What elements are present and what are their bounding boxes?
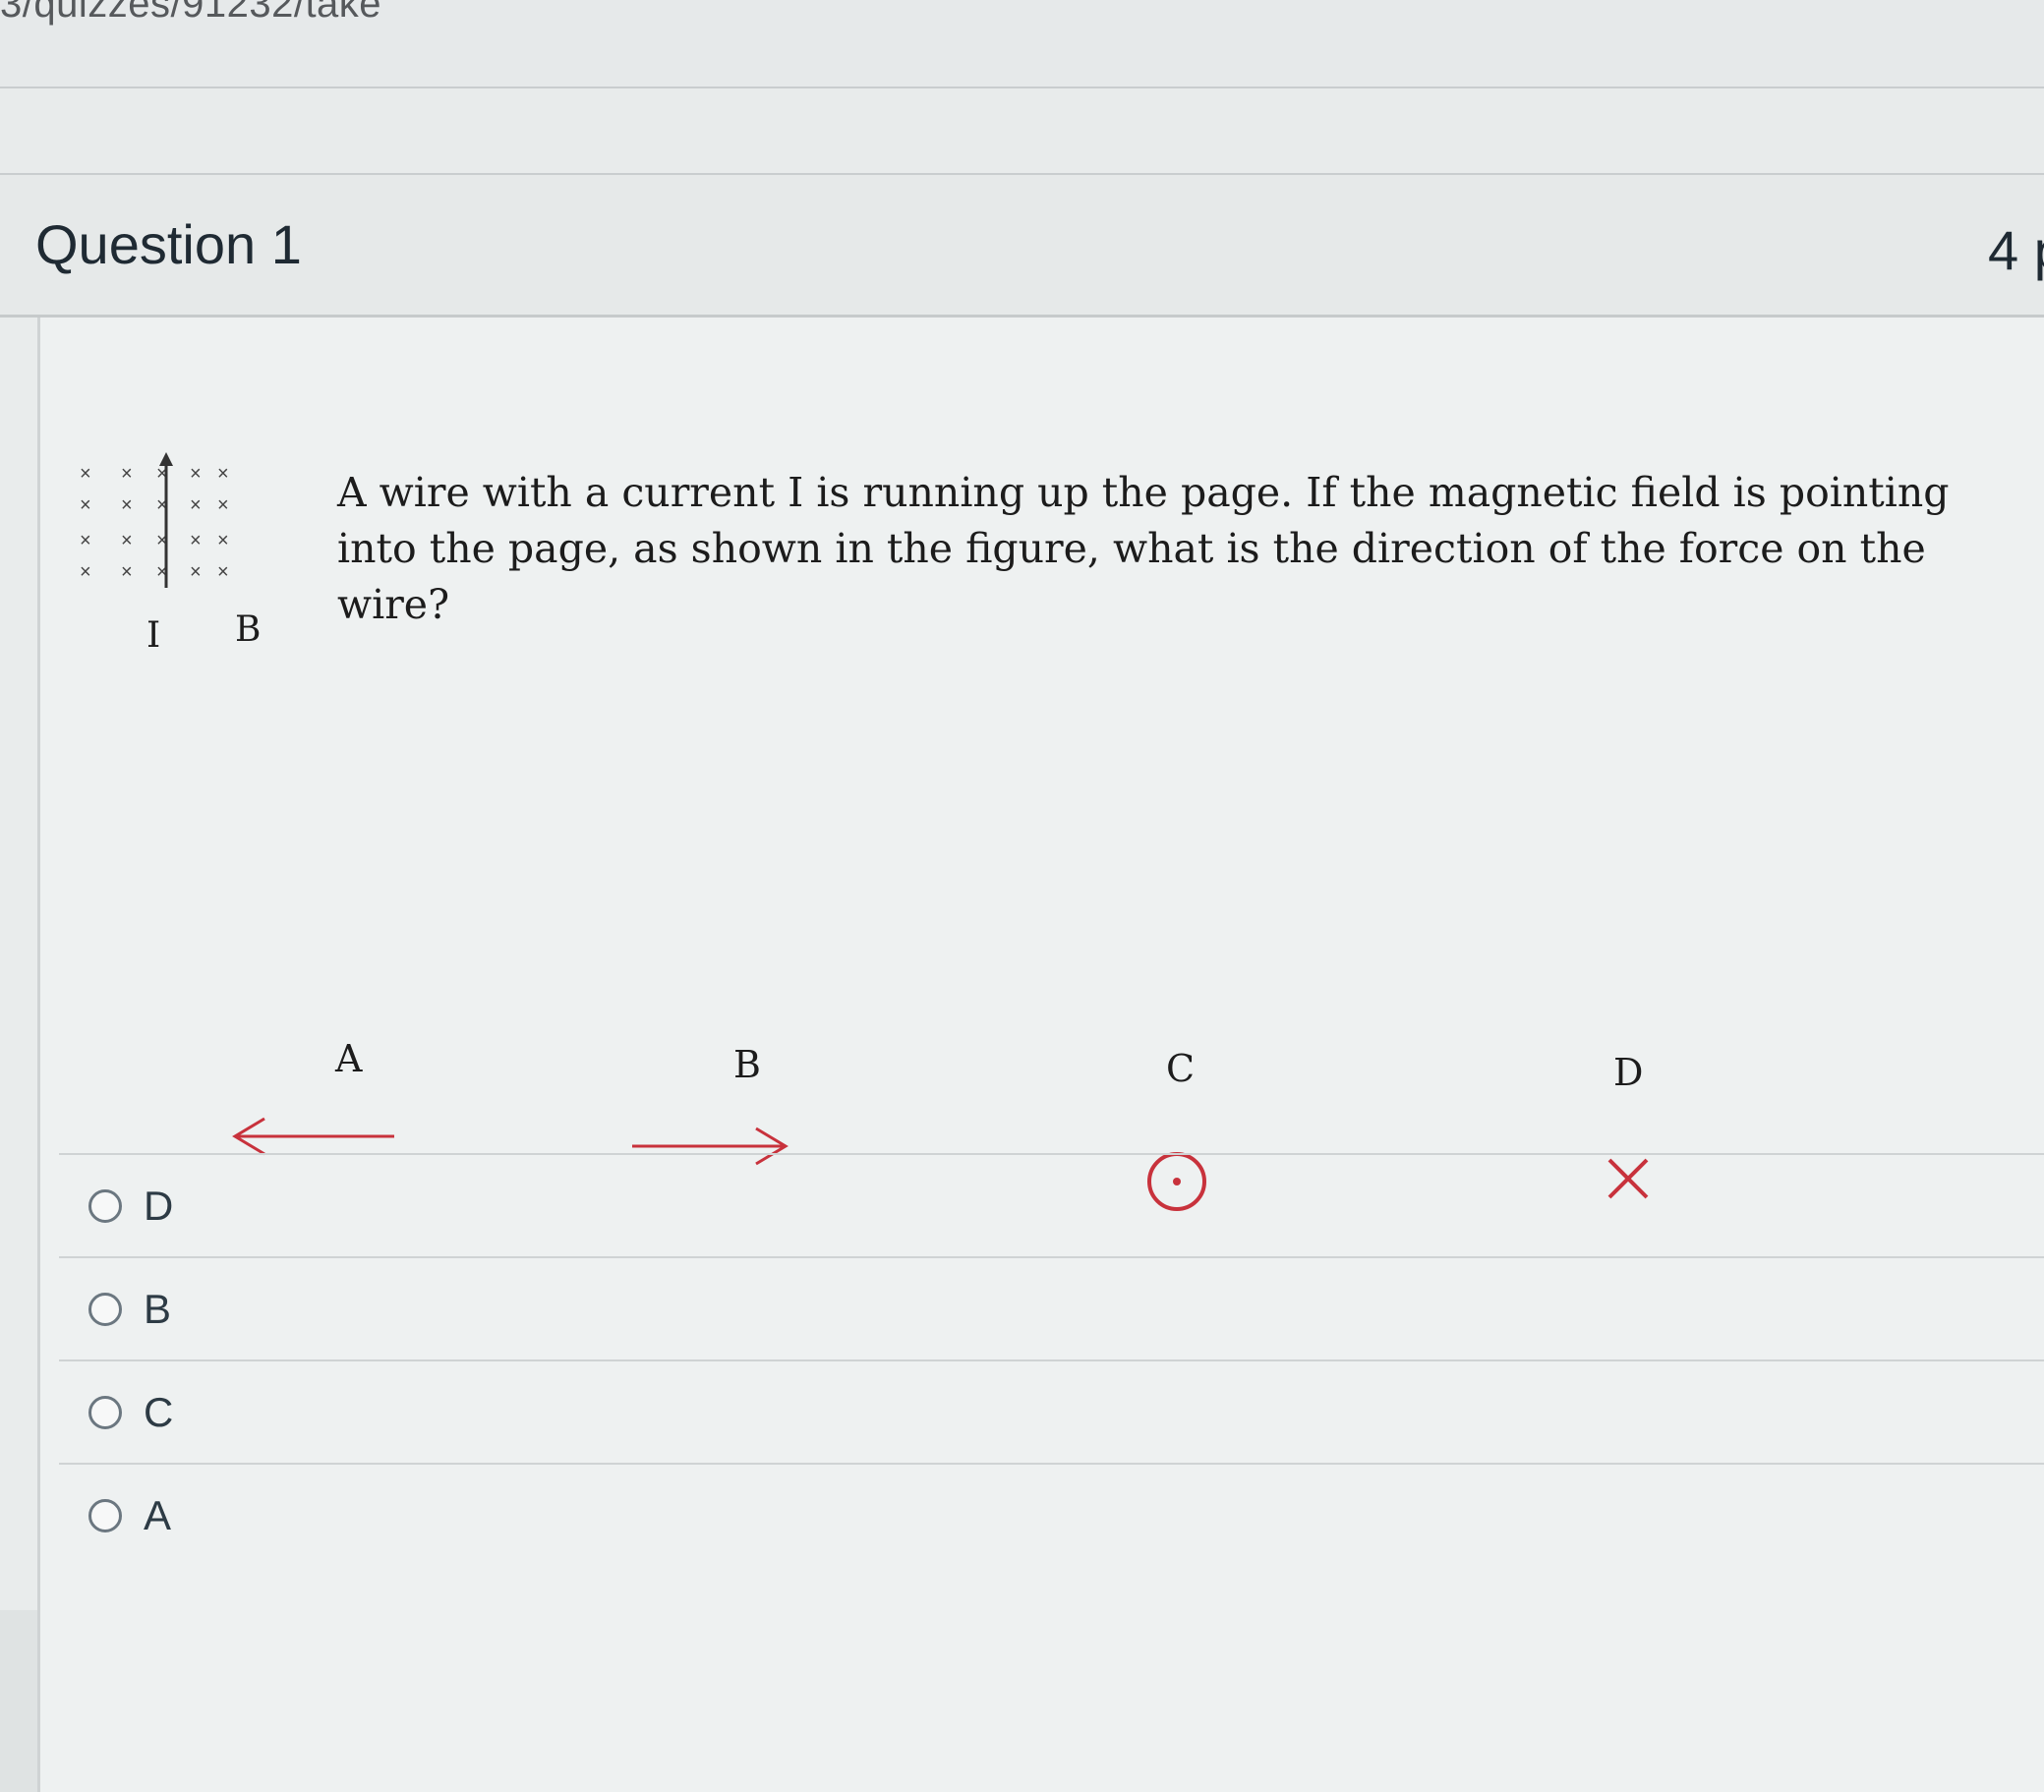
radio-button[interactable]: [88, 1292, 122, 1326]
answer-label[interactable]: D: [144, 1183, 173, 1230]
option-c-label: C: [1166, 1047, 1195, 1090]
answer-label[interactable]: B: [144, 1286, 171, 1333]
answer-option-d[interactable]: D: [59, 1153, 2044, 1256]
option-d-label: D: [1613, 1051, 1643, 1094]
field-x-mark: ×: [217, 494, 229, 516]
question-header: Question 1 4 p: [0, 175, 2044, 318]
option-b-label: B: [733, 1043, 761, 1086]
top-band: [0, 88, 2044, 175]
answer-label[interactable]: C: [144, 1389, 173, 1436]
radio-button[interactable]: [88, 1188, 122, 1223]
radio-button[interactable]: [88, 1395, 122, 1429]
answer-label[interactable]: A: [144, 1492, 171, 1539]
field-x-mark: ×: [190, 494, 202, 516]
answer-option-a[interactable]: A: [59, 1463, 2044, 1566]
answer-list: D B C A: [59, 1153, 2044, 1566]
answer-option-c[interactable]: C: [59, 1359, 2044, 1463]
magnetic-field-figure: × × × × ×× × × × ×× × × × ×× × × × × I B: [80, 452, 261, 656]
question-text: A wire with a current I is running up th…: [337, 469, 1950, 628]
field-x-mark: ×: [80, 494, 91, 516]
current-label: I: [146, 615, 160, 656]
field-x-mark: ×: [121, 530, 133, 551]
browser-address-bar[interactable]: 3/quizzes/91232/take: [0, 0, 2044, 88]
field-x-mark: ×: [217, 463, 229, 485]
field-x-mark: ×: [80, 530, 91, 551]
arrow-left-icon: [232, 1117, 394, 1156]
field-x-mark: ×: [190, 463, 202, 485]
question-body: × × × × × × × × × × × × × × × × × × × × I B A wire with a c…: [37, 318, 2044, 1792]
answer-option-b[interactable]: B: [59, 1256, 2044, 1359]
radio-button[interactable]: [88, 1498, 122, 1532]
field-label: B: [235, 609, 261, 650]
field-x-mark: ×: [121, 561, 133, 583]
url-text[interactable]: 3/quizzes/91232/take: [0, 0, 381, 27]
question-points: 4 p: [1988, 219, 2044, 281]
question-card: Question 1 4 p ×××××××××××××××××××× I B …: [0, 175, 2044, 1792]
question-title: Question 1: [35, 213, 302, 275]
field-x-mark: ×: [190, 530, 202, 551]
field-x-mark: ×: [190, 561, 202, 583]
current-arrowhead: [159, 452, 173, 466]
field-x-mark: ×: [217, 561, 229, 583]
field-x-mark: ×: [80, 463, 91, 485]
option-a-label: A: [334, 1037, 363, 1080]
field-x-mark: ×: [121, 463, 133, 485]
field-x-mark: ×: [121, 494, 133, 516]
field-x-mark: ×: [80, 561, 91, 583]
field-x-mark: ×: [217, 530, 229, 551]
